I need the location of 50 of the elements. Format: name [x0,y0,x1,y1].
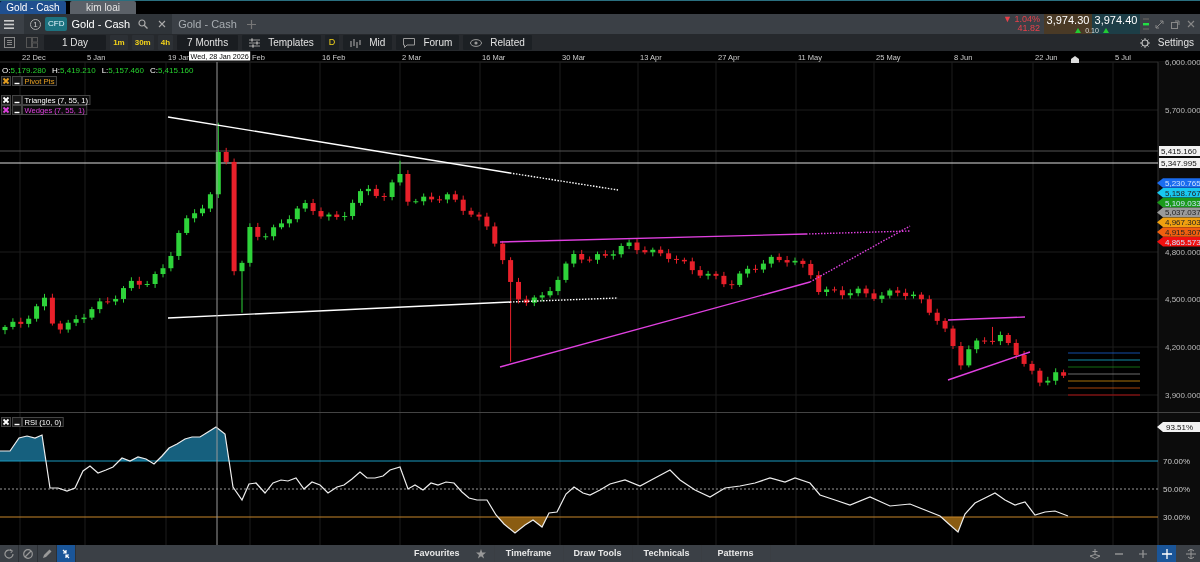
pivot-price-tag: 5,109.033 [1157,197,1200,208]
workspace-tab[interactable]: Gold - Cash [0,1,66,14]
workspace-tab[interactable]: kim loai [70,1,136,14]
price-marker: 5,415.160 [1159,146,1200,156]
price-change: 41.82 [1016,24,1040,33]
price-change-percent: ▼ 1.04% [1003,15,1040,24]
tab-label: Gold - Cash [178,16,237,32]
price-label: 4,200.000 [1165,343,1200,352]
sell-price-button[interactable]: 3,974.30 [1044,14,1092,27]
related-button[interactable]: Related [463,35,532,50]
interval-button[interactable]: 1m [110,35,128,50]
display-button[interactable]: D [324,35,340,50]
buy-price-button[interactable]: 3,974.40 [1092,14,1140,27]
indicator-value-tag: 93.51% [1157,422,1200,432]
percent-label: 50.00% [1163,485,1191,494]
price-label: 4,800.000 [1165,248,1200,257]
settings-button[interactable]: Settings [1133,35,1200,50]
panel-tab[interactable]: Timeframe [494,545,563,562]
panel-tab[interactable]: Patterns [701,545,770,562]
mid-button[interactable]: Mid [343,35,393,50]
price-label: 6,000.000 [1165,58,1200,67]
pivot-price-tag: 4,967.303 [1157,217,1200,228]
range-dropdown[interactable]: 7 Months [177,35,239,50]
favourites-tab[interactable]: Favourites [406,545,494,562]
ohlc-value: H:5,419.210 [52,66,96,75]
interval-dropdown[interactable]: 1 Day [44,35,107,50]
interval-button[interactable]: 30m [131,35,154,50]
ohlc-value: C:5,415.160 [149,66,194,75]
forum-button[interactable]: Forum [396,35,460,50]
instrument-type-badge: CFD [45,17,68,31]
pivot-price-tag: 5,037.037 [1157,207,1200,218]
pivot-price-tag: 4,865.573 [1157,237,1200,247]
pivot-price-tag: 5,230.765 [1157,178,1200,188]
ohlc-value: L:5,157.460 [101,66,144,75]
instrument-tab[interactable]: Gold - Cash [172,14,243,34]
pivot-price-tag: 5,158.767 [1157,188,1200,198]
price-label: 3,900.000 [1165,391,1200,400]
percent-label: 30.00% [1163,513,1191,522]
percent-label: 70.00% [1163,457,1191,466]
panel-tab[interactable]: Technicals [632,545,701,562]
interval-button[interactable]: 4h [157,35,174,50]
ohlc-value: O:5,179.280 [2,66,47,75]
tab-label: Gold - Cash [71,16,131,32]
price-label: 4,500.000 [1165,295,1200,304]
price-label: 5,700.000 [1165,106,1200,115]
templates-button[interactable]: Templates [242,35,321,50]
price-marker: 5,347.995 [1159,158,1200,168]
pivot-price-tag: 4,915.307 [1157,227,1200,237]
instrument-tab[interactable]: 1 CFD Gold - Cash [24,14,173,34]
panel-tab[interactable]: Draw Tools [563,545,632,562]
